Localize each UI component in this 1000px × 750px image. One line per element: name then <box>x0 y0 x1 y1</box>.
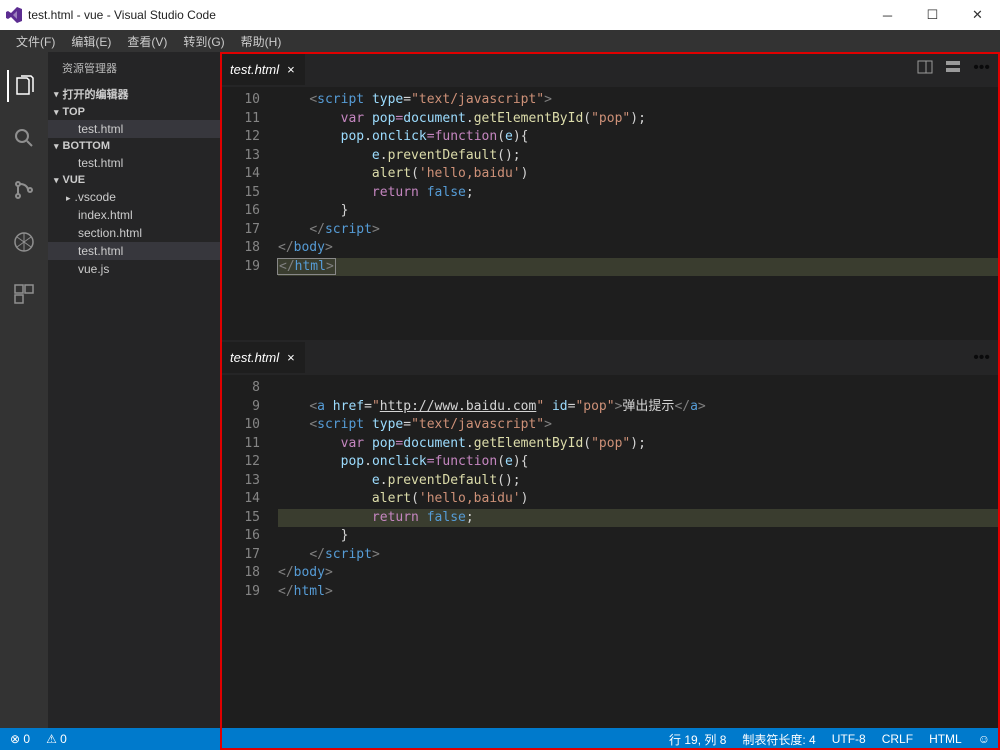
bottom-item-0[interactable]: test.html <box>48 154 220 172</box>
editor-group-bottom: test.html × ••• 8910111213141516171819 <… <box>220 340 1000 605</box>
section-vue[interactable]: ▾VUE <box>48 172 220 188</box>
top-item-0[interactable]: test.html <box>48 120 220 138</box>
vue-item-3[interactable]: vue.js <box>48 260 220 278</box>
editor-area: test.html × ••• 10111213141516171819 <sc… <box>220 52 1000 728</box>
menu-view[interactable]: 查看(V) <box>119 33 175 50</box>
editor-group-top: test.html × ••• 10111213141516171819 <sc… <box>220 52 1000 280</box>
menu-file[interactable]: 文件(F) <box>8 33 63 50</box>
status-errors[interactable]: ⊗ 0 <box>6 732 34 746</box>
status-encoding[interactable]: UTF-8 <box>828 732 870 746</box>
vue-item-2[interactable]: test.html <box>48 242 220 260</box>
tab-bottom[interactable]: test.html × <box>220 342 305 373</box>
debug-icon[interactable] <box>8 226 40 258</box>
status-eol[interactable]: CRLF <box>878 732 917 746</box>
vue-folder[interactable]: .vscode <box>48 188 220 206</box>
section-open-editors[interactable]: ▾打开的编辑器 <box>48 84 220 104</box>
close-window-button[interactable]: ✕ <box>955 0 1000 30</box>
activitybar <box>0 52 48 728</box>
more-icon[interactable]: ••• <box>973 349 990 367</box>
more-icon[interactable]: ••• <box>973 59 990 80</box>
scm-icon[interactable] <box>8 174 40 206</box>
status-tabsize[interactable]: 制表符长度: 4 <box>738 731 819 748</box>
menu-edit[interactable]: 编辑(E) <box>63 33 119 50</box>
code-editor-top[interactable]: 10111213141516171819 <script type="text/… <box>220 87 1000 280</box>
sidebar-explorer: 资源管理器 ▾打开的编辑器 ▾TOP test.html ▾BOTTOM tes… <box>48 52 220 728</box>
menu-help[interactable]: 帮助(H) <box>233 33 290 50</box>
search-icon[interactable] <box>8 122 40 154</box>
status-cursor[interactable]: 行 19, 列 8 <box>665 731 730 748</box>
close-icon[interactable]: × <box>287 350 295 365</box>
menu-goto[interactable]: 转到(G) <box>175 33 232 50</box>
status-language[interactable]: HTML <box>925 732 966 746</box>
feedback-icon[interactable]: ☺ <box>974 732 994 746</box>
vue-item-0[interactable]: index.html <box>48 206 220 224</box>
menubar: 文件(F) 编辑(E) 查看(V) 转到(G) 帮助(H) <box>0 30 1000 52</box>
titlebar: test.html - vue - Visual Studio Code ─ ☐… <box>0 0 1000 30</box>
vue-item-1[interactable]: section.html <box>48 224 220 242</box>
minimize-button[interactable]: ─ <box>865 0 910 30</box>
statusbar: ⊗ 0 ⚠ 0 行 19, 列 8 制表符长度: 4 UTF-8 CRLF HT… <box>0 728 1000 750</box>
tab-label: test.html <box>230 350 279 365</box>
extensions-icon[interactable] <box>8 278 40 310</box>
sidebar-title: 资源管理器 <box>48 52 220 84</box>
layout-icon[interactable] <box>945 59 961 80</box>
split-editor-icon[interactable] <box>917 59 933 80</box>
window-title: test.html - vue - Visual Studio Code <box>28 8 216 22</box>
section-bottom[interactable]: ▾BOTTOM <box>48 138 220 154</box>
section-top[interactable]: ▾TOP <box>48 104 220 120</box>
code-editor-bottom[interactable]: 8910111213141516171819 <a href="http://w… <box>220 375 1000 605</box>
tab-label: test.html <box>230 62 279 77</box>
maximize-button[interactable]: ☐ <box>910 0 955 30</box>
status-warnings[interactable]: ⚠ 0 <box>42 732 71 746</box>
tab-top[interactable]: test.html × <box>220 54 305 85</box>
vs-logo-icon <box>6 7 22 23</box>
explorer-icon[interactable] <box>7 70 39 102</box>
close-icon[interactable]: × <box>287 62 295 77</box>
